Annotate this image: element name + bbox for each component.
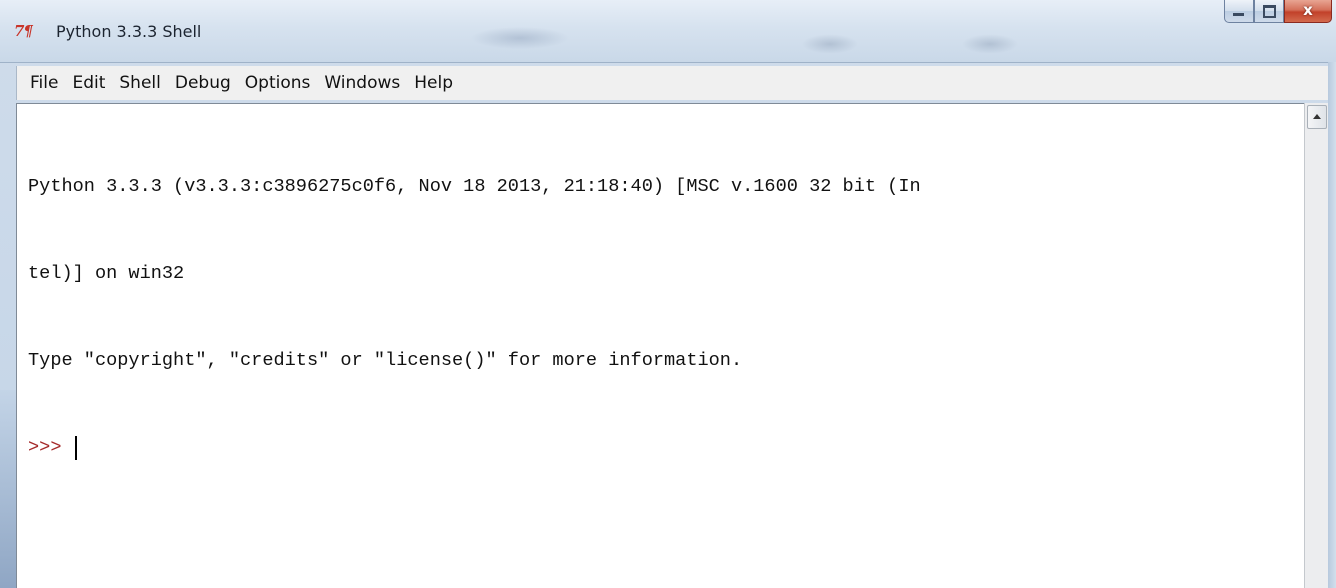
minimize-icon: [1233, 13, 1244, 16]
scroll-up-arrow-icon[interactable]: [1307, 105, 1327, 129]
vertical-scrollbar[interactable]: [1304, 103, 1328, 588]
python-logo-icon: 7¶: [14, 22, 33, 40]
menu-options[interactable]: Options: [245, 73, 311, 93]
close-icon: x: [1303, 1, 1313, 19]
maximize-button[interactable]: [1254, 0, 1284, 23]
menu-bar: File Edit Shell Debug Options Windows He…: [16, 66, 1328, 100]
window-frame-right: [1328, 62, 1336, 588]
shell-output-line: tel)] on win32: [28, 263, 185, 284]
menu-help[interactable]: Help: [414, 73, 453, 93]
menu-shell[interactable]: Shell: [119, 73, 160, 93]
shell-output-line: Type "copyright", "credits" or "license(…: [28, 350, 743, 371]
close-button[interactable]: x: [1284, 0, 1332, 23]
shell-text-area[interactable]: Python 3.3.3 (v3.3.3:c3896275c0f6, Nov 1…: [16, 103, 1304, 588]
menu-debug[interactable]: Debug: [175, 73, 231, 93]
minimize-button[interactable]: [1224, 0, 1254, 23]
maximize-icon: [1263, 5, 1276, 18]
menu-file[interactable]: File: [30, 73, 58, 93]
menu-edit[interactable]: Edit: [72, 73, 105, 93]
shell-prompt: >>>: [28, 437, 62, 458]
menu-windows[interactable]: Windows: [324, 73, 400, 93]
window-title: Python 3.3.3 Shell: [56, 22, 202, 41]
title-bar[interactable]: 7¶ Python 3.3.3 Shell x: [0, 0, 1336, 63]
shell-prompt-line[interactable]: >>>: [28, 433, 1304, 462]
text-cursor: [75, 435, 78, 460]
shell-output-line: Python 3.3.3 (v3.3.3:c3896275c0f6, Nov 1…: [28, 176, 921, 197]
window-frame-left: [0, 390, 16, 588]
window-controls: x: [1224, 0, 1332, 24]
python-shell-window: 7¶ Python 3.3.3 Shell x File Edit Shell …: [0, 0, 1336, 588]
